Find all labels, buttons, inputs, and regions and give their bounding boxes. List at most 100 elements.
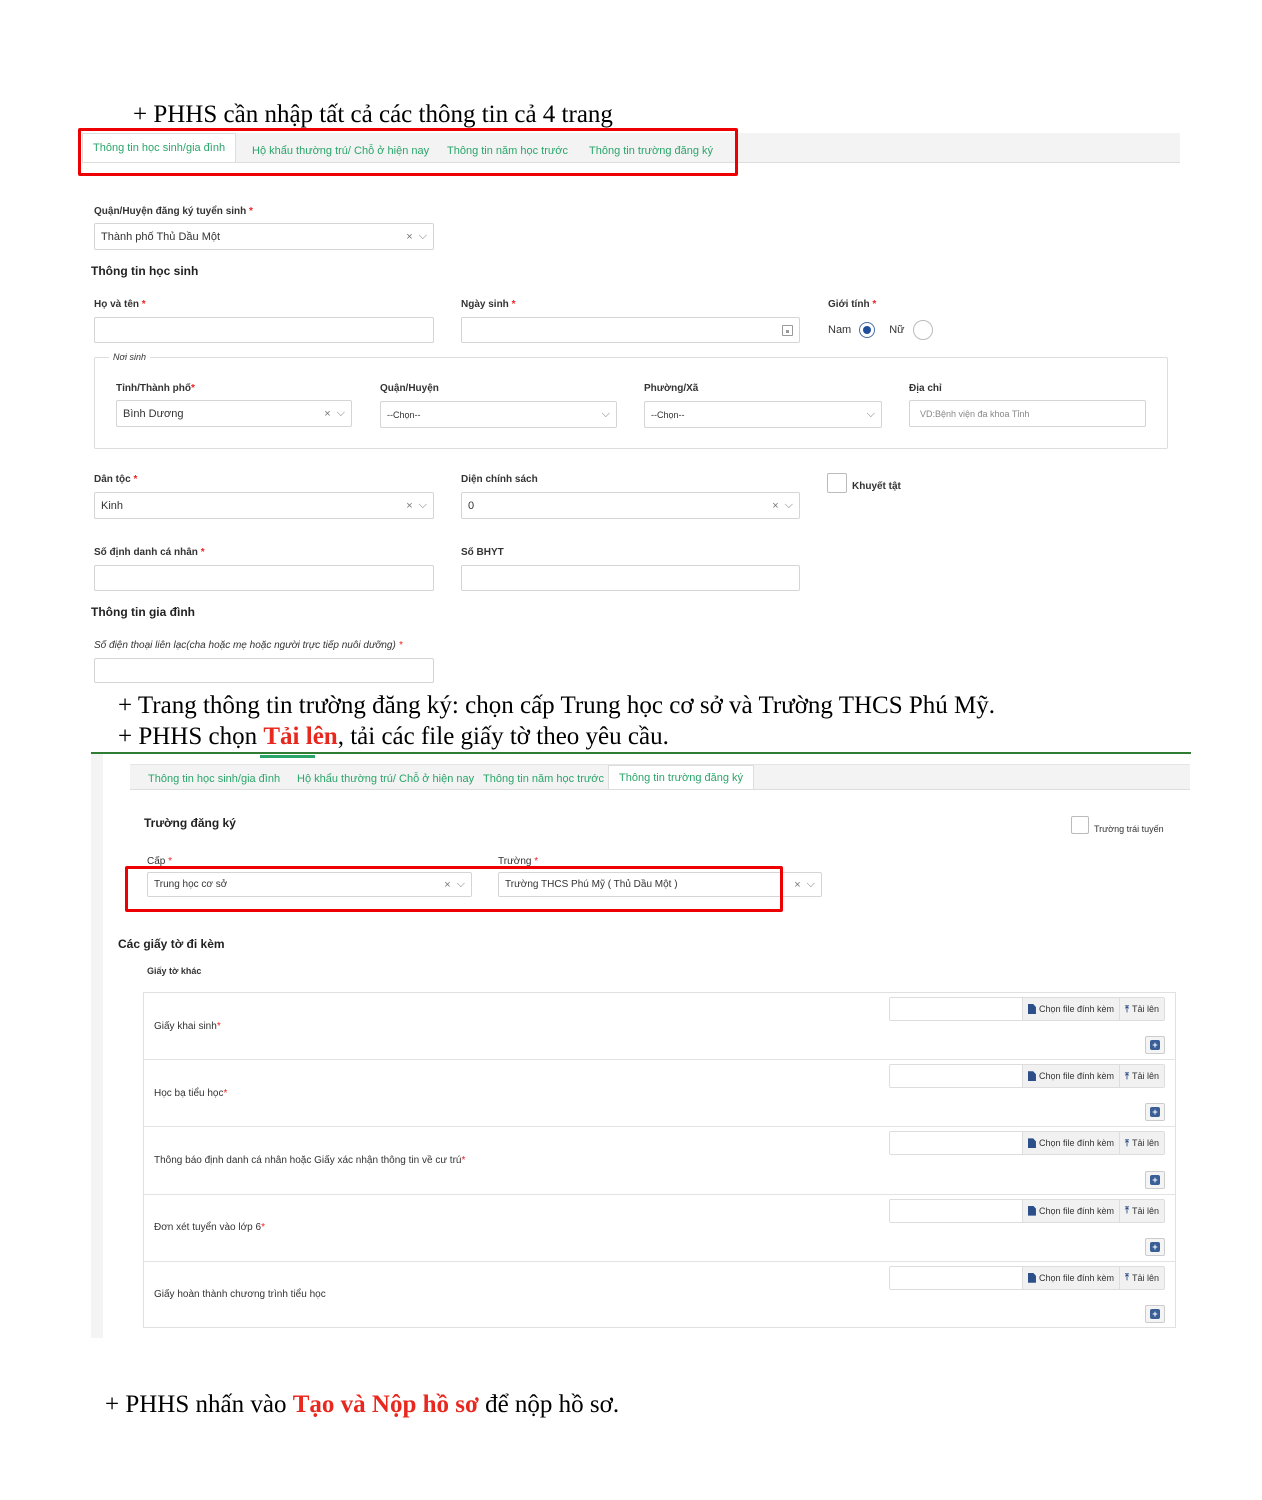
gender-male-radio[interactable] [859,322,876,338]
add-file-button[interactable]: + [1145,1304,1165,1323]
disabled-checkbox[interactable] [827,473,847,493]
clear-icon[interactable]: × [406,500,412,512]
file-icon [1027,1004,1036,1014]
choose-file-button[interactable]: Chọn file đính kèm [1021,1132,1119,1155]
other-docs-label: Giấy tờ khác [147,966,202,976]
file-path-input[interactable] [889,1065,1022,1088]
gender-label: Giới tính * [828,299,877,310]
file-icon [1027,1272,1036,1283]
off-route-checkbox[interactable] [1071,816,1089,834]
upload-button[interactable]: ⤒ Tải lên [1119,998,1164,1020]
document-row: Đơn xét tuyển vào lớp 6* Chọn file đính k… [144,1195,1175,1262]
birthplace-legend: Nơi sinh [109,352,150,362]
plus-icon: + [1150,1241,1160,1252]
ward-label: Phường/Xã [644,383,699,394]
file-icon [1027,1071,1036,1082]
dob-input[interactable] [461,317,800,343]
chevron-down-icon: ⌵ [418,499,427,511]
choose-file-button[interactable]: Chọn file đính kèm [1021,1199,1119,1222]
district-select[interactable]: Thành phố Thủ Dầu Một × ⌵ [94,223,434,250]
submit-emphasis: Tạo và Nộp hồ sơ [292,1391,479,1418]
add-file-button[interactable]: + [1145,1170,1165,1189]
tab-school-registration[interactable]: Thông tin trường đăng ký [608,765,755,789]
ethnic-select[interactable]: Kinh × ⌵ [94,492,434,519]
clear-icon[interactable]: × [406,231,412,243]
file-picker: Chọn file đính kèm ⤒ Tải lên [888,1198,1165,1223]
upload-button[interactable]: ⤒ Tải lên [1119,1132,1164,1155]
document-row: Giấy khai sinh* Chọn file đính kèm ⤒ Tải lê… [144,993,1175,1061]
district-label: Quận/Huyện đăng ký tuyển sinh * [94,206,253,217]
required-star: * [261,1222,265,1234]
upload-button[interactable]: ⤒ Tải lên [1119,1266,1164,1289]
file-path-input[interactable] [889,1266,1022,1289]
instruction-line-4: + PHHS nhấn vào Tạo và Nộp hồ sơ để nộp … [105,1391,620,1418]
instruction-line-2: + Trang thông tin trường đăng ký: chọn c… [118,692,996,719]
documents-table: Giấy khai sinh* Chọn file đính kèm ⤒ Tải lê… [143,992,1176,1328]
add-file-button[interactable]: + [1145,1036,1165,1055]
calendar-icon[interactable] [782,324,793,336]
ethnic-label: Dân tộc * [94,474,138,485]
ward-select[interactable]: --Chọn-- ⌵ [644,401,882,428]
clear-icon[interactable]: × [324,408,330,420]
name-input[interactable] [94,317,434,343]
tab-student-family[interactable]: Thông tin học sinh/gia đình [148,773,280,785]
highlight-box-tabs [78,128,738,176]
policy-select[interactable]: 0 × ⌵ [461,492,800,519]
file-picker: Chọn file đính kèm ⤒ Tải lên [888,1064,1165,1089]
attachments-section-title: Các giấy tờ đi kèm [118,937,225,951]
file-icon [1027,1138,1036,1149]
choose-file-button[interactable]: Chọn file đính kèm [1021,1065,1119,1088]
upload-button[interactable]: ⤒ Tải lên [1119,1199,1164,1222]
add-file-button[interactable]: + [1145,1103,1165,1122]
phone-label: Số điện thoại liên lạc(cha hoặc mẹ hoặc … [94,640,403,651]
file-icon [1027,1205,1036,1216]
dob-label: Ngày sinh * [461,299,516,310]
family-section-title: Thông tin gia đình [91,605,195,619]
document-name: Giấy hoàn thành chương trình tiểu học [154,1289,326,1301]
province-select[interactable]: Bình Dương × ⌵ [116,400,352,427]
instruction-line-1: + PHHS cần nhập tất cả các thông tin cả … [133,101,613,128]
upload-icon: ⤒ [1125,1070,1129,1081]
address-label: Địa chỉ [909,383,942,394]
document-name: Giấy khai sinh* [154,1020,221,1032]
divider [91,752,1191,754]
active-indicator [260,755,315,758]
file-path-input[interactable] [889,1132,1022,1155]
file-path-input[interactable] [889,1199,1022,1222]
upload-emphasis: Tải lên [263,723,338,750]
id-label: Số định danh cá nhân * [94,547,205,558]
upload-icon: ⤒ [1125,1003,1129,1014]
add-file-button[interactable]: + [1145,1237,1165,1256]
tab-household[interactable]: Hộ khẩu thường trú/ Chỗ ở hiện nay [297,773,474,785]
chevron-down-icon: ⌵ [601,408,610,420]
off-route-label: Trường trái tuyến [1094,824,1164,834]
gender-female-radio[interactable] [912,320,933,340]
insurance-input[interactable] [461,565,800,591]
phone-input[interactable] [94,658,434,683]
document-name: Thông báo định danh cá nhân hoặc Giấy xá… [154,1154,466,1166]
upload-icon: ⤒ [1125,1137,1129,1148]
insurance-label: Số BHYT [461,547,504,558]
document-name: Đơn xét tuyển vào lớp 6* [154,1222,265,1234]
document-row: Giấy hoàn thành chương trình tiểu học Chọ… [144,1262,1175,1329]
school-section-title: Trường đăng ký [144,816,236,830]
document-row: Học bạ tiểu học* Chọn file đính kèm ⤒ Tải l… [144,1060,1175,1128]
student-section-title: Thông tin học sinh [91,264,199,278]
id-input[interactable] [94,565,434,591]
tab-previous-year[interactable]: Thông tin năm học trước [483,773,604,785]
upload-button[interactable]: ⤒ Tải lên [1119,1065,1164,1088]
clear-icon[interactable]: × [794,879,800,891]
file-path-input[interactable] [889,998,1022,1020]
gender-female-label: Nữ [889,324,905,336]
highlight-box-school [125,866,783,912]
clear-icon[interactable]: × [772,500,778,512]
address-input[interactable]: VD:Bệnh viện đa khoa Tỉnh [909,400,1146,427]
instruction-line-3: + PHHS chọn Tải lên, tải các file giấy t… [118,723,669,750]
gender-male-label: Nam [828,324,852,336]
chevron-down-icon: ⌵ [784,499,793,511]
choose-file-button[interactable]: Chọn file đính kèm [1021,1266,1119,1289]
bp-district-label: Quận/Huyện [380,383,439,394]
disabled-label: Khuyết tật [852,481,901,492]
choose-file-button[interactable]: Chọn file đính kèm [1021,998,1119,1020]
bp-district-select[interactable]: --Chọn-- ⌵ [380,401,617,428]
